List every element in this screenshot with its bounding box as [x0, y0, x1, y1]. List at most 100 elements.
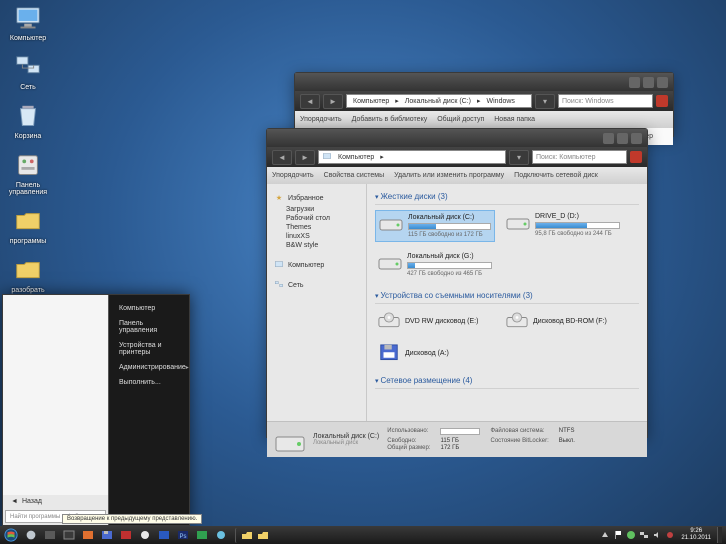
start-button[interactable] — [0, 526, 22, 544]
sidebar-favorites[interactable]: ★Избранное — [274, 193, 359, 203]
tray-icon[interactable] — [665, 530, 675, 540]
device-dvd[interactable]: DVD RW дисковод (E:) — [375, 309, 495, 333]
tray-volume-icon[interactable] — [652, 530, 662, 540]
titlebar[interactable] — [267, 129, 647, 147]
start-item-admin[interactable]: Администрирование▸ — [109, 360, 189, 375]
crumb[interactable]: Компьютер — [350, 98, 392, 105]
status-subtitle: Локальный диск — [313, 440, 379, 446]
crumb[interactable]: Локальный диск (C:) — [402, 98, 474, 105]
start-item-run[interactable]: Выполнить... — [109, 375, 189, 390]
sidebar-computer[interactable]: Компьютер — [274, 260, 359, 270]
taskbar-running-explorer[interactable] — [235, 528, 253, 543]
label: Компьютер — [3, 35, 53, 42]
toolbar-item[interactable]: Общий доступ — [437, 116, 484, 123]
tray-flag-icon[interactable] — [613, 530, 623, 540]
breadcrumb-dropdown[interactable]: ▾ — [509, 150, 529, 165]
computer-icon — [322, 152, 332, 162]
titlebar[interactable] — [295, 73, 673, 91]
tray-icon[interactable] — [600, 530, 610, 540]
clock[interactable]: 9:26 21.10.2011 — [678, 528, 714, 541]
minimize-button[interactable] — [603, 133, 614, 144]
nav-back-button[interactable]: ◄ — [272, 150, 292, 165]
toolbar-item[interactable]: Добавить в библиотеку — [352, 116, 428, 123]
device-name: Дисковод BD-ROM (F:) — [533, 318, 607, 325]
toolbar-item[interactable]: Свойства системы — [324, 172, 384, 179]
accent-button[interactable] — [630, 151, 642, 163]
taskbar-item[interactable] — [136, 528, 154, 543]
taskbar-item[interactable] — [60, 528, 78, 543]
start-item-control-panel[interactable]: Панель управления — [109, 316, 189, 338]
toolbar-item[interactable]: Удалить или изменить программу — [394, 172, 504, 179]
usage-bar — [408, 223, 491, 230]
taskbar-item[interactable] — [79, 528, 97, 543]
taskbar-item[interactable] — [155, 528, 173, 543]
explorer-window-computer[interactable]: ◄ ► Компьютер▸ ▾ Поиск: Компьютер Упоряд… — [266, 128, 648, 438]
search-input[interactable]: Поиск: Windows — [558, 94, 653, 108]
toolbar-item[interactable]: Упорядочить — [300, 116, 342, 123]
tooltip: Возвращение к предыдущему представлению. — [62, 514, 202, 524]
maximize-button[interactable] — [617, 133, 628, 144]
label: Панель управления — [3, 182, 53, 196]
nav-fwd-button[interactable]: ► — [323, 94, 343, 109]
maximize-button[interactable] — [643, 77, 654, 88]
close-button[interactable] — [657, 77, 668, 88]
desktop-icon-control-panel[interactable]: Панель управления — [3, 152, 53, 196]
show-desktop-button[interactable] — [717, 527, 722, 543]
sidebar-item[interactable]: Themes — [272, 223, 361, 232]
desktop-icon-programs[interactable]: программы — [3, 208, 53, 245]
device-name: Дисковод (A:) — [405, 350, 449, 357]
crumb[interactable]: Компьютер — [335, 154, 377, 161]
taskbar-item[interactable] — [193, 528, 211, 543]
taskbar-item[interactable] — [22, 528, 40, 543]
breadcrumb[interactable]: Компьютер▸ — [318, 150, 506, 164]
sidebar-item[interactable]: linuxXS — [272, 232, 361, 241]
folder-icon — [13, 257, 43, 285]
accent-button[interactable] — [656, 95, 668, 107]
device-floppy[interactable]: Дисковод (A:) — [375, 341, 495, 365]
start-item-devices[interactable]: Устройства и принтеры — [109, 338, 189, 360]
drive-g[interactable]: Локальный диск (G:) 427 ГБ свободно из 4… — [375, 250, 495, 280]
computer-icon — [13, 5, 43, 33]
taskbar-item[interactable]: Ps — [174, 528, 192, 543]
start-menu[interactable]: ◄Назад Найти программы и файлы Компьютер… — [2, 294, 190, 526]
nav-fwd-button[interactable]: ► — [295, 150, 315, 165]
drive-c[interactable]: Локальный диск (C:) 115 ГБ свободно из 1… — [375, 210, 495, 242]
tray-icon[interactable] — [626, 530, 636, 540]
start-item-computer[interactable]: Компьютер — [109, 301, 189, 316]
drive-d[interactable]: DRIVE_D (D:) 95,8 ГБ свободно из 244 ГБ — [503, 210, 623, 242]
desktop-icon-network[interactable]: Сеть — [3, 54, 53, 91]
desktop-icon-computer[interactable]: Компьютер — [3, 5, 53, 42]
nav-back-button[interactable]: ◄ — [300, 94, 320, 109]
taskbar-item[interactable] — [212, 528, 230, 543]
drive-freetext: 115 ГБ свободно из 172 ГБ — [408, 232, 491, 238]
breadcrumb[interactable]: Компьютер▸ Локальный диск (C:)▸ Windows — [346, 94, 532, 108]
sidebar-network[interactable]: Сеть — [274, 280, 359, 290]
section-header-network[interactable]: Сетевое размещение (4) — [375, 373, 639, 389]
toolbar-item[interactable]: Подключить сетевой диск — [514, 172, 598, 179]
sidebar-item[interactable]: B&W style — [272, 241, 361, 250]
taskbar-item[interactable] — [41, 528, 59, 543]
search-input[interactable]: Поиск: Компьютер — [532, 150, 627, 164]
sidebar-item[interactable]: Рабочий стол — [272, 214, 361, 223]
taskbar-item[interactable] — [98, 528, 116, 543]
tray-network-icon[interactable] — [639, 530, 649, 540]
sidebar-item[interactable]: Загрузки — [272, 205, 361, 214]
close-button[interactable] — [631, 133, 642, 144]
toolbar-item[interactable]: Упорядочить — [272, 172, 314, 179]
clock-date: 21.10.2011 — [681, 535, 711, 542]
taskbar-item[interactable] — [117, 528, 135, 543]
start-menu-programs-list[interactable] — [3, 295, 108, 495]
crumb[interactable]: Windows — [484, 98, 518, 105]
recycle-bin-icon — [13, 103, 43, 131]
device-bd[interactable]: Дисковод BD-ROM (F:) — [503, 309, 623, 333]
desktop-icon-sort[interactable]: разобрать — [3, 257, 53, 294]
section-header-removable[interactable]: Устройства со съемными носителями (3) — [375, 288, 639, 304]
label: Корзина — [3, 133, 53, 140]
taskbar-running-explorer[interactable] — [254, 528, 272, 543]
toolbar-item[interactable]: Новая папка — [494, 116, 535, 123]
desktop-icon-recycle-bin[interactable]: Корзина — [3, 103, 53, 140]
breadcrumb-dropdown[interactable]: ▾ — [535, 94, 555, 109]
section-header-hdd[interactable]: Жесткие диски (3) — [375, 189, 639, 205]
minimize-button[interactable] — [629, 77, 640, 88]
start-menu-back[interactable]: ◄Назад — [3, 495, 108, 508]
